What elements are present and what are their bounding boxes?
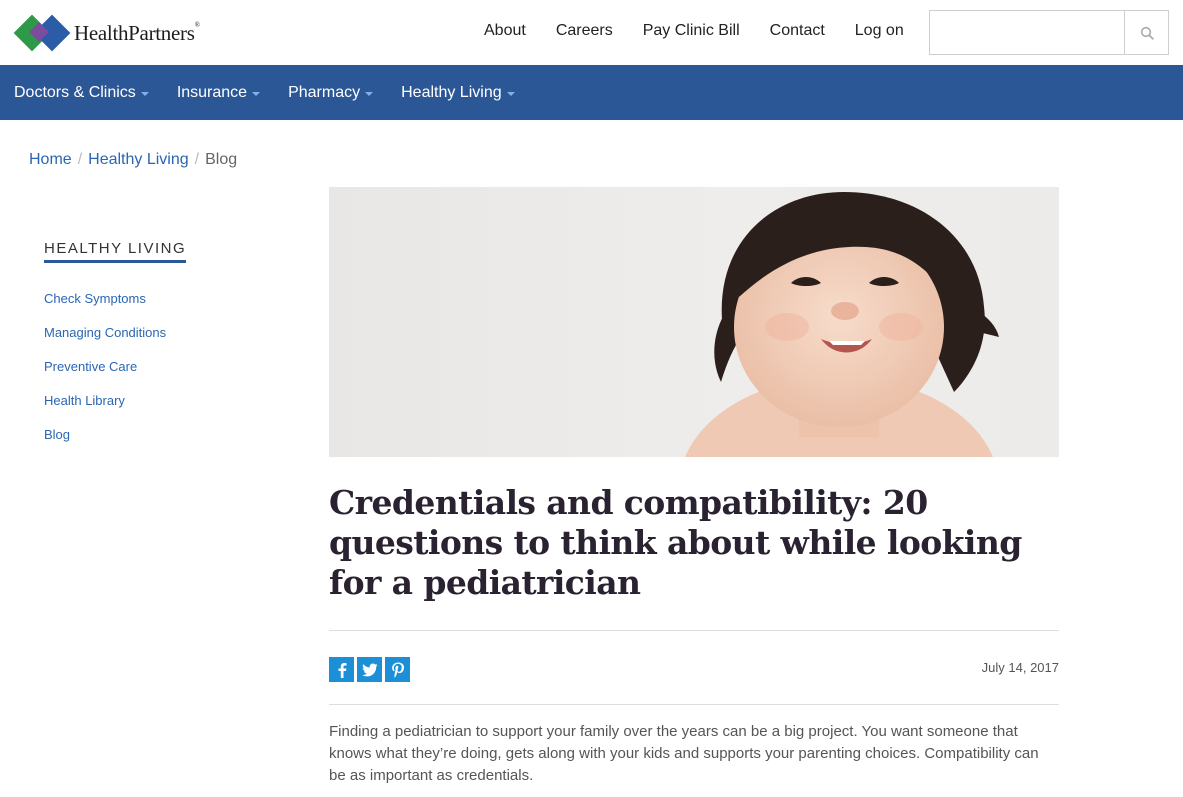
nav-item-healthy-living[interactable]: Healthy Living [401,84,515,102]
caret-down-icon [140,91,149,96]
sidebar-list: Check Symptoms Managing Conditions Preve… [44,289,294,444]
utility-link-about[interactable]: About [484,22,526,40]
divider [329,704,1059,705]
sidebar-item-health-library[interactable]: Health Library [44,393,125,408]
caret-down-icon [252,91,261,96]
breadcrumb-current: Blog [205,151,238,168]
logo-text: HealthPartners® [74,20,200,45]
search-input[interactable] [930,11,1124,54]
sidebar: HEALTHY LIVING Check Symptoms Managing C… [44,240,294,459]
sidebar-item-preventive-care[interactable]: Preventive Care [44,359,137,374]
facebook-share-button[interactable] [329,657,354,682]
nav-item-label: Insurance [176,83,248,101]
nav-item-label: Healthy Living [401,83,502,101]
twitter-icon [361,663,377,676]
caret-down-icon [365,91,374,96]
smiling-toddler-illustration [685,192,999,457]
article-title: Credentials and compatibility: 20 questi… [329,483,1022,602]
share-buttons [329,657,413,682]
main-nav: Doctors & Clinics Insurance Pharmacy Hea… [0,65,1183,120]
breadcrumb: Home / Healthy Living / Blog [29,151,237,169]
article-date: July 14, 2017 [981,660,1059,675]
healthpartners-logo[interactable]: HealthPartners® [13,13,200,53]
sidebar-title: HEALTHY LIVING [44,240,187,263]
logo-diamond-icon [13,13,71,53]
utility-link-pay-clinic-bill[interactable]: Pay Clinic Bill [643,22,740,40]
hero-image [329,187,1059,457]
article-intro: Finding a pediatrician to support your f… [329,723,1039,784]
sidebar-item-blog[interactable]: Blog [44,427,70,442]
caret-down-icon [506,91,515,96]
nav-item-doctors-clinics[interactable]: Doctors & Clinics [14,84,149,102]
breadcrumb-healthy-living[interactable]: Healthy Living [88,151,189,169]
utility-link-careers[interactable]: Careers [556,22,613,40]
breadcrumb-separator: / [194,151,200,168]
top-header: HealthPartners® About Careers Pay Clinic… [0,0,1183,65]
utility-nav: About Careers Pay Clinic Bill Contact Lo… [484,22,934,40]
breadcrumb-home[interactable]: Home [29,151,72,169]
nav-item-insurance[interactable]: Insurance [176,83,261,102]
divider [329,630,1059,631]
twitter-share-button[interactable] [357,657,382,682]
sidebar-item-managing-conditions[interactable]: Managing Conditions [44,325,166,340]
breadcrumb-separator: / [77,151,83,168]
nav-item-pharmacy[interactable]: Pharmacy [288,83,374,102]
pinterest-share-button[interactable] [385,657,410,682]
nav-item-label: Doctors & Clinics [14,83,136,101]
utility-link-log-on[interactable]: Log on [855,22,904,40]
facebook-icon [338,662,346,678]
pinterest-icon [391,662,404,678]
search-box [929,10,1169,55]
utility-link-contact[interactable]: Contact [770,22,825,40]
search-button[interactable] [1124,11,1168,54]
nav-item-label: Pharmacy [288,83,361,101]
search-icon [1140,26,1154,40]
sidebar-item-check-symptoms[interactable]: Check Symptoms [44,291,146,306]
